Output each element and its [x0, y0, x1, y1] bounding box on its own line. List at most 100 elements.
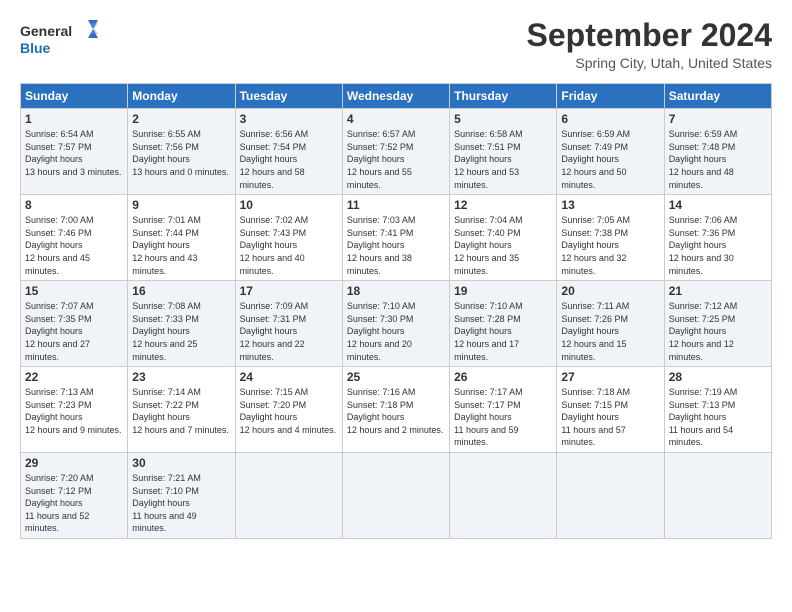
daylight-label: Daylight hours — [25, 412, 83, 422]
day-number: 3 — [240, 112, 338, 126]
day-number: 16 — [132, 284, 230, 298]
col-saturday: Saturday — [664, 84, 771, 109]
daylight-value: 12 hours and 32 minutes. — [561, 253, 626, 276]
sunrise-label: Sunrise: 7:19 AM — [669, 387, 738, 397]
day-number: 25 — [347, 370, 445, 384]
day-number: 22 — [25, 370, 123, 384]
day-number: 6 — [561, 112, 659, 126]
daylight-value: 12 hours and 48 minutes. — [669, 167, 734, 190]
sunrise-label: Sunrise: 6:59 AM — [561, 129, 630, 139]
sunset-label: Sunset: 7:15 PM — [561, 400, 628, 410]
day-number: 12 — [454, 198, 552, 212]
daylight-label: Daylight hours — [25, 326, 83, 336]
daylight-value: 12 hours and 50 minutes. — [561, 167, 626, 190]
calendar-cell: 26 Sunrise: 7:17 AM Sunset: 7:17 PM Dayl… — [450, 367, 557, 453]
day-number: 5 — [454, 112, 552, 126]
sunset-label: Sunset: 7:12 PM — [25, 486, 92, 496]
sunrise-label: Sunrise: 7:15 AM — [240, 387, 309, 397]
daylight-label: Daylight hours — [25, 498, 83, 508]
sunset-label: Sunset: 7:51 PM — [454, 142, 521, 152]
cell-content: Sunrise: 7:21 AM Sunset: 7:10 PM Dayligh… — [132, 472, 230, 535]
sunset-label: Sunset: 7:46 PM — [25, 228, 92, 238]
cell-content: Sunrise: 7:05 AM Sunset: 7:38 PM Dayligh… — [561, 214, 659, 277]
daylight-value: 12 hours and 58 minutes. — [240, 167, 305, 190]
calendar-cell: 20 Sunrise: 7:11 AM Sunset: 7:26 PM Dayl… — [557, 281, 664, 367]
calendar-cell — [342, 453, 449, 539]
logo-svg: General Blue — [20, 18, 100, 58]
daylight-value: 12 hours and 27 minutes. — [25, 339, 90, 362]
cell-content: Sunrise: 7:08 AM Sunset: 7:33 PM Dayligh… — [132, 300, 230, 363]
daylight-label: Daylight hours — [347, 326, 405, 336]
cell-content: Sunrise: 7:11 AM Sunset: 7:26 PM Dayligh… — [561, 300, 659, 363]
sunset-label: Sunset: 7:48 PM — [669, 142, 736, 152]
daylight-value: 11 hours and 54 minutes. — [669, 425, 733, 448]
day-number: 14 — [669, 198, 767, 212]
col-tuesday: Tuesday — [235, 84, 342, 109]
daylight-value: 12 hours and 7 minutes. — [132, 425, 229, 435]
daylight-label: Daylight hours — [240, 240, 298, 250]
sunset-label: Sunset: 7:17 PM — [454, 400, 521, 410]
day-number: 11 — [347, 198, 445, 212]
day-number: 20 — [561, 284, 659, 298]
day-number: 24 — [240, 370, 338, 384]
calendar-week-2: 8 Sunrise: 7:00 AM Sunset: 7:46 PM Dayli… — [21, 195, 772, 281]
daylight-value: 12 hours and 53 minutes. — [454, 167, 519, 190]
col-wednesday: Wednesday — [342, 84, 449, 109]
calendar-cell: 3 Sunrise: 6:56 AM Sunset: 7:54 PM Dayli… — [235, 109, 342, 195]
cell-content: Sunrise: 7:12 AM Sunset: 7:25 PM Dayligh… — [669, 300, 767, 363]
calendar-cell: 6 Sunrise: 6:59 AM Sunset: 7:49 PM Dayli… — [557, 109, 664, 195]
sunset-label: Sunset: 7:43 PM — [240, 228, 307, 238]
sunrise-label: Sunrise: 7:05 AM — [561, 215, 630, 225]
calendar-week-1: 1 Sunrise: 6:54 AM Sunset: 7:57 PM Dayli… — [21, 109, 772, 195]
sunrise-label: Sunrise: 7:11 AM — [561, 301, 629, 311]
calendar-cell: 8 Sunrise: 7:00 AM Sunset: 7:46 PM Dayli… — [21, 195, 128, 281]
day-number: 4 — [347, 112, 445, 126]
sunrise-label: Sunrise: 6:56 AM — [240, 129, 309, 139]
daylight-value: 11 hours and 57 minutes. — [561, 425, 625, 448]
header: General Blue September 2024 Spring City,… — [20, 18, 772, 71]
day-number: 21 — [669, 284, 767, 298]
sunset-label: Sunset: 7:20 PM — [240, 400, 307, 410]
daylight-value: 11 hours and 59 minutes. — [454, 425, 518, 448]
calendar-week-3: 15 Sunrise: 7:07 AM Sunset: 7:35 PM Dayl… — [21, 281, 772, 367]
sunrise-label: Sunrise: 7:14 AM — [132, 387, 201, 397]
logo: General Blue — [20, 18, 100, 58]
cell-content: Sunrise: 6:57 AM Sunset: 7:52 PM Dayligh… — [347, 128, 445, 191]
day-number: 19 — [454, 284, 552, 298]
calendar-cell: 21 Sunrise: 7:12 AM Sunset: 7:25 PM Dayl… — [664, 281, 771, 367]
daylight-label: Daylight hours — [669, 326, 727, 336]
day-number: 1 — [25, 112, 123, 126]
day-number: 10 — [240, 198, 338, 212]
sunset-label: Sunset: 7:33 PM — [132, 314, 199, 324]
calendar-cell — [664, 453, 771, 539]
calendar-cell: 10 Sunrise: 7:02 AM Sunset: 7:43 PM Dayl… — [235, 195, 342, 281]
calendar-cell: 28 Sunrise: 7:19 AM Sunset: 7:13 PM Dayl… — [664, 367, 771, 453]
col-monday: Monday — [128, 84, 235, 109]
sunrise-label: Sunrise: 7:09 AM — [240, 301, 309, 311]
day-number: 29 — [25, 456, 123, 470]
sunrise-label: Sunrise: 7:02 AM — [240, 215, 309, 225]
sunrise-label: Sunrise: 7:12 AM — [669, 301, 738, 311]
calendar-cell: 24 Sunrise: 7:15 AM Sunset: 7:20 PM Dayl… — [235, 367, 342, 453]
title-block: September 2024 Spring City, Utah, United… — [527, 18, 772, 71]
daylight-value: 12 hours and 2 minutes. — [347, 425, 444, 435]
sunrise-label: Sunrise: 7:01 AM — [132, 215, 201, 225]
daylight-label: Daylight hours — [669, 154, 727, 164]
day-number: 17 — [240, 284, 338, 298]
calendar-cell: 22 Sunrise: 7:13 AM Sunset: 7:23 PM Dayl… — [21, 367, 128, 453]
sunrise-label: Sunrise: 7:07 AM — [25, 301, 94, 311]
daylight-label: Daylight hours — [132, 412, 190, 422]
daylight-value: 13 hours and 0 minutes. — [132, 167, 229, 177]
day-number: 27 — [561, 370, 659, 384]
sunset-label: Sunset: 7:40 PM — [454, 228, 521, 238]
daylight-label: Daylight hours — [132, 498, 190, 508]
sunrise-label: Sunrise: 6:58 AM — [454, 129, 523, 139]
day-number: 28 — [669, 370, 767, 384]
calendar-cell: 27 Sunrise: 7:18 AM Sunset: 7:15 PM Dayl… — [557, 367, 664, 453]
daylight-value: 12 hours and 20 minutes. — [347, 339, 412, 362]
sunrise-label: Sunrise: 7:03 AM — [347, 215, 416, 225]
daylight-value: 12 hours and 38 minutes. — [347, 253, 412, 276]
calendar-cell: 7 Sunrise: 6:59 AM Sunset: 7:48 PM Dayli… — [664, 109, 771, 195]
sunrise-label: Sunrise: 7:08 AM — [132, 301, 201, 311]
svg-text:General: General — [20, 23, 72, 39]
